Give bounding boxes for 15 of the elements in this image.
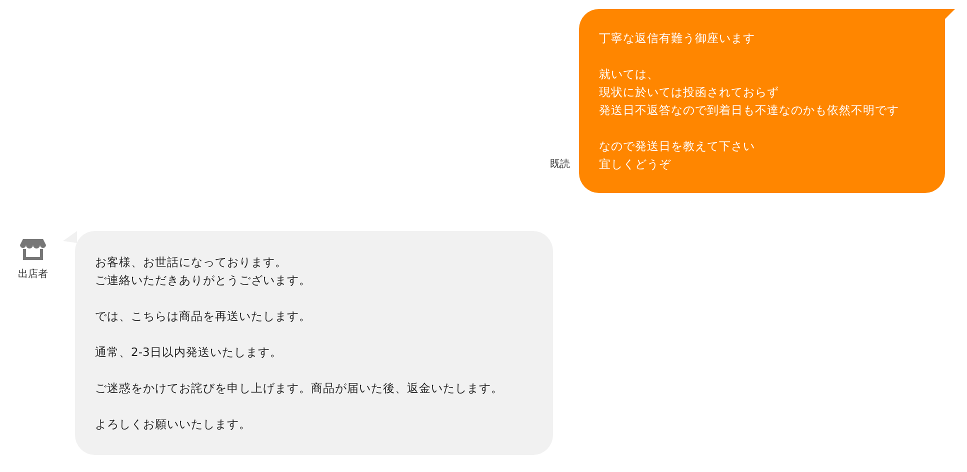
message-text: お客様、お世話になっております。 [95, 254, 287, 271]
message-text: では、こちらは商品を再送いたします。 [95, 308, 311, 325]
message-text: 丁寧な返信有難う御座います [599, 30, 755, 47]
shop-icon [20, 239, 46, 261]
message-text: 就いては、 [599, 66, 659, 83]
message-text: よろしくお願いいたします。 [95, 416, 251, 433]
message-text: 発送日不返答なので到着日も不達なのかも依然不明です [599, 102, 899, 119]
message-text: なので発送日を教えて下さい [599, 138, 755, 155]
message-text: 宜しくどうぞ [599, 156, 671, 173]
message-text: ご迷惑をかけてお詫びを申し上げます。商品が届いた後、返金いたします。 [95, 380, 503, 397]
message-text: 現状に於いては投函されておらず [599, 84, 779, 101]
sender-name: 出店者 [18, 268, 48, 281]
message-text: 通常、2-3日以内発送いたします。 [95, 344, 282, 361]
message-text: ご連絡いただきありがとうございます。 [95, 272, 311, 289]
read-status: 既読 [550, 158, 570, 171]
